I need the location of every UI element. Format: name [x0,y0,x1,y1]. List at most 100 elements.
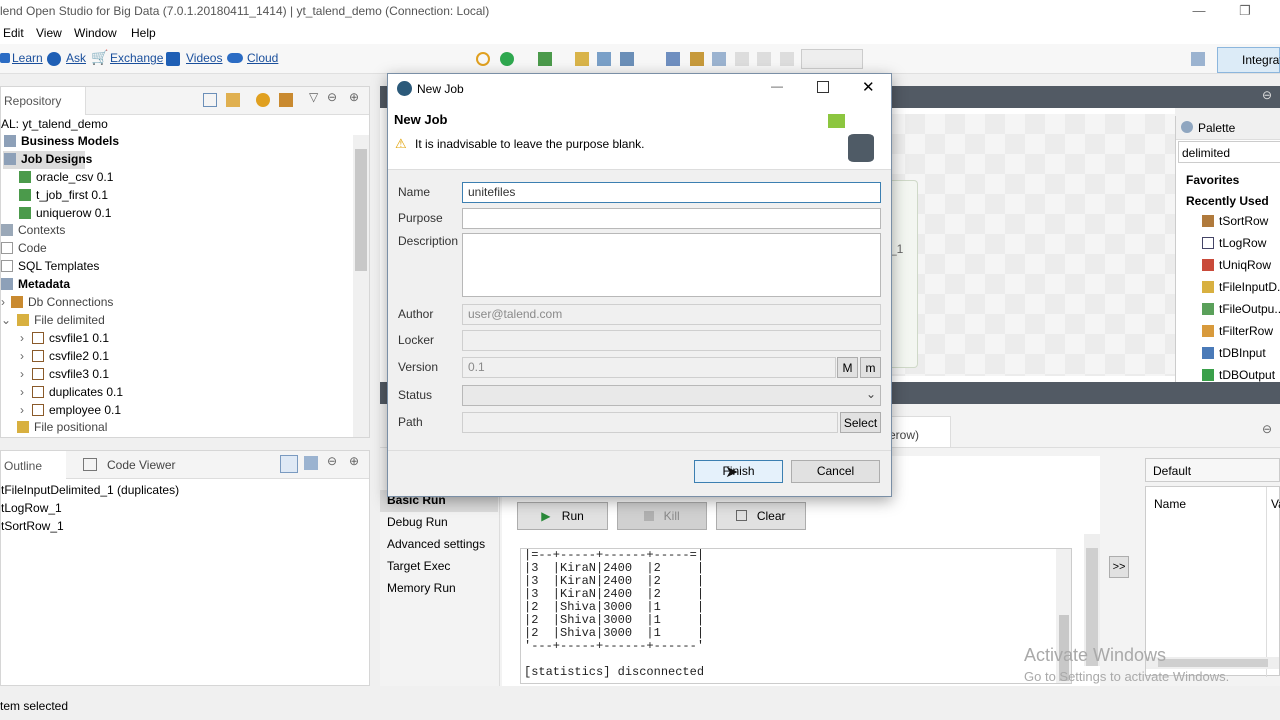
palette-item-tfilterrow[interactable]: tFilterRow [1202,324,1273,338]
tree-code[interactable]: Code [1,241,47,255]
tab-memory-run[interactable]: Memory Run [380,578,498,600]
collapse-icon[interactable] [203,93,217,107]
videos-link[interactable]: Videos [186,51,222,65]
expand-icon[interactable]: › [20,331,24,345]
learn-link[interactable]: Learn [12,51,43,65]
palette-item-tfileinputdelimited[interactable]: tFileInputD... [1202,280,1280,294]
tree-metadata[interactable]: Metadata [1,277,70,291]
view-menu-icon[interactable]: ▽ [309,90,318,104]
run-button[interactable]: ▶ Run [517,502,608,530]
palette-recently-used[interactable]: Recently Used [1186,194,1269,208]
tree-business-models[interactable]: Business Models [4,134,119,148]
tree-csvfile1[interactable]: › csvfile1 0.1 [20,331,109,345]
palette-item-tuniqrow[interactable]: tUniqRow [1202,258,1271,272]
tree-file-delimited[interactable]: ⌄ File delimited [1,313,105,327]
outline-item[interactable]: tSortRow_1 [1,519,64,533]
context-select[interactable]: Default [1145,458,1280,482]
palette-favorites[interactable]: Favorites [1186,173,1239,187]
wrench-icon[interactable] [597,52,611,66]
palette-item-tlogrow[interactable]: tLogRow [1202,236,1266,250]
perspective-integration[interactable]: Integrat [1217,47,1280,73]
export-icon[interactable] [620,52,634,66]
code-viewer-tab[interactable]: Code Viewer [107,458,175,472]
clear-button[interactable]: Clear [716,502,806,530]
minor-version-button[interactable]: m [860,357,881,378]
name-field[interactable]: unitefiles [462,182,881,203]
tree-job-uniquerow[interactable]: uniquerow 0.1 [19,206,111,220]
maximize-view-icon[interactable]: ⊕ [349,454,359,468]
repository-tab[interactable]: Repository [1,87,86,115]
purpose-field[interactable] [462,208,881,229]
major-version-button[interactable]: M [837,357,858,378]
component-icon[interactable] [712,52,726,66]
outline-tab[interactable]: Outline [1,451,66,479]
open-perspective-icon[interactable] [1191,52,1205,66]
finish-button[interactable]: Finish [694,460,783,483]
collapse-tree-icon[interactable]: ⌄ [1,313,11,327]
scroll-thumb[interactable] [355,149,367,271]
menu-window[interactable]: Window [74,26,117,40]
console-output[interactable]: |=--+-----+------+-----=| |3 |KiraN|2400 … [520,548,1072,684]
layout-icon[interactable] [304,456,318,470]
page-icon[interactable] [780,52,794,66]
minimize-view-icon[interactable]: ⊖ [327,454,337,468]
palette-item-tfileoutputdelimited[interactable]: tFileOutpu... [1202,302,1280,316]
tab-advanced-settings[interactable]: Advanced settings [380,534,498,556]
dialog-maximize-button[interactable] [817,81,829,93]
redo-icon[interactable] [757,52,771,66]
expand-icon[interactable]: › [20,349,24,363]
folder-icon[interactable] [690,52,704,66]
chevron-down-icon[interactable]: ⌄ [866,387,876,401]
maximize-view-icon[interactable]: ⊕ [349,90,359,104]
edit-icon[interactable] [575,52,589,66]
minimize-editor-icon[interactable]: ⊖ [1262,88,1272,102]
tree-csvfile2[interactable]: › csvfile2 0.1 [20,349,109,363]
palette-item-tdbinput[interactable]: tDBInput [1202,346,1266,360]
link-editor-icon[interactable] [226,93,240,107]
repository-scrollbar[interactable] [353,135,369,437]
minimize-button[interactable]: — [1176,0,1222,24]
tree-sql-templates[interactable]: SQL Templates [1,259,99,273]
zoom-select[interactable] [801,49,863,69]
palette-search-input[interactable]: delimited [1178,141,1280,163]
exchange-link[interactable]: Exchange [110,51,163,65]
minimize-view-icon[interactable]: ⊖ [327,90,337,104]
menu-view[interactable]: View [36,26,62,40]
tree-job-oracle-csv[interactable]: oracle_csv 0.1 [19,170,113,184]
ask-link[interactable]: Ask [66,51,86,65]
tree-employee[interactable]: › employee 0.1 [20,403,121,417]
tab-debug-run[interactable]: Debug Run [380,512,498,534]
import-icon[interactable] [666,52,680,66]
move-context-button[interactable]: >> [1109,556,1129,578]
tree-job-designs[interactable]: Job Designs [4,152,92,166]
menu-edit[interactable]: Edit [3,26,24,40]
tree-contexts[interactable]: Contexts [1,223,65,237]
run-job-tab[interactable]: erow) [886,416,951,448]
tree-csvfile3[interactable]: › csvfile3 0.1 [20,367,109,381]
tab-target-exec[interactable]: Target Exec [380,556,498,578]
select-path-button[interactable]: Select [840,412,881,433]
search-icon[interactable] [476,52,490,66]
status-select[interactable] [462,385,881,406]
expand-icon[interactable]: › [1,295,5,309]
description-field[interactable] [462,233,881,297]
tree-job-t-job-first[interactable]: t_job_first 0.1 [19,188,108,202]
run-icon[interactable] [500,52,514,66]
tree-db-connections[interactable]: › Db Connections [1,295,113,309]
cloud-link[interactable]: Cloud [247,51,278,65]
dialog-minimize-button[interactable]: — [771,79,783,93]
expand-icon[interactable]: › [20,367,24,381]
expand-icon[interactable]: › [20,385,24,399]
tree-duplicates[interactable]: › duplicates 0.1 [20,385,123,399]
palette-item-tdboutput[interactable]: tDBOutput [1202,368,1275,382]
outline-item[interactable]: tLogRow_1 [1,501,62,515]
palette-item-tsortrow[interactable]: tSortRow [1202,214,1268,228]
refresh-icon[interactable] [256,93,270,107]
expand-icon[interactable]: › [20,403,24,417]
tree-file-positional[interactable]: File positional [17,420,107,434]
dialog-close-button[interactable]: ✕ [862,78,875,96]
outline-item[interactable]: tFileInputDelimited_1 (duplicates) [1,483,179,497]
maximize-button[interactable]: ❐ [1222,0,1268,24]
kill-button[interactable]: Kill [617,502,707,530]
job-icon[interactable] [538,52,552,66]
